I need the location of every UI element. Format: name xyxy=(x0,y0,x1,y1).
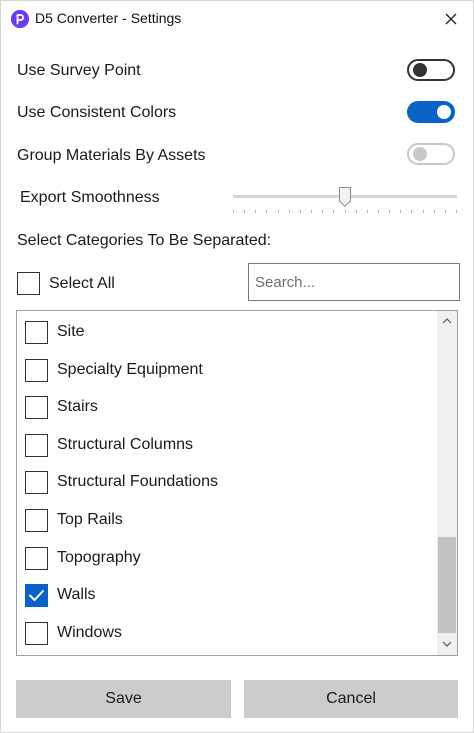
chevron-down-icon xyxy=(442,641,452,647)
toggle-knob xyxy=(413,63,427,77)
slider-thumb[interactable] xyxy=(339,187,351,207)
slider-tick xyxy=(400,210,401,213)
d5-logo-icon xyxy=(11,10,29,28)
close-button[interactable] xyxy=(431,3,471,35)
slider-tick xyxy=(434,210,435,213)
scroll-down-button[interactable] xyxy=(437,637,457,653)
slider-tick xyxy=(289,210,290,213)
category-checkbox[interactable] xyxy=(25,396,48,420)
slider-tick xyxy=(423,210,424,213)
list-item[interactable]: Top Rails xyxy=(17,502,437,539)
category-checkbox[interactable] xyxy=(25,546,48,570)
close-icon xyxy=(445,13,457,25)
slider-tick xyxy=(445,210,446,213)
category-checkbox[interactable] xyxy=(25,509,48,532)
category-label: Site xyxy=(57,323,85,340)
slider-tick xyxy=(411,210,412,213)
survey-point-label: Use Survey Point xyxy=(17,62,141,79)
category-checkbox[interactable] xyxy=(25,433,48,457)
list-item[interactable]: Specialty Equipment xyxy=(17,352,437,389)
slider-ticks xyxy=(233,210,457,214)
slider-tick xyxy=(322,210,323,213)
list-item[interactable]: Structural Foundations xyxy=(17,464,437,501)
list-item[interactable]: Site xyxy=(17,314,437,351)
category-label: Walls xyxy=(57,586,96,604)
group-materials-toggle[interactable] xyxy=(407,143,455,165)
slider-tick xyxy=(333,210,334,213)
slider-tick xyxy=(367,210,368,213)
category-checkbox[interactable] xyxy=(25,584,48,608)
categories-section-label: Select Categories To Be Separated: xyxy=(17,232,272,249)
list-item[interactable]: Topography xyxy=(17,540,437,577)
category-label: Windows xyxy=(57,623,122,641)
select-all-checkbox[interactable] xyxy=(17,272,40,295)
slider-tick xyxy=(278,210,279,213)
category-checkbox[interactable] xyxy=(25,321,48,344)
list-item[interactable]: Windows xyxy=(17,615,437,652)
slider-tick xyxy=(255,210,256,213)
slider-tick xyxy=(311,210,312,213)
list-scrollbar[interactable] xyxy=(437,311,457,655)
cancel-button[interactable]: Cancel xyxy=(244,680,458,718)
slider-tick xyxy=(233,210,234,213)
category-list: Site Specialty Equipment Stairs Structural … xyxy=(16,310,458,656)
select-all-label: Select All xyxy=(49,275,115,292)
slider-tick xyxy=(356,210,357,213)
consistent-colors-label: Use Consistent Colors xyxy=(17,104,177,121)
list-item[interactable]: Walls xyxy=(17,577,437,614)
category-label: Structural Columns xyxy=(57,435,194,453)
chevron-up-icon xyxy=(442,318,452,324)
list-item[interactable]: Structural Columns xyxy=(17,427,437,464)
category-checkbox[interactable] xyxy=(25,358,48,382)
toggle-knob xyxy=(413,147,427,161)
slider-tick xyxy=(244,210,245,213)
toggle-knob xyxy=(437,105,451,119)
export-smoothness-slider[interactable] xyxy=(233,185,457,219)
category-label: Stairs xyxy=(57,398,98,416)
slider-tick xyxy=(300,210,301,213)
slider-tick xyxy=(456,210,457,213)
settings-window: D5 Converter - Settings Use Survey Point… xyxy=(0,0,474,733)
save-button[interactable]: Save xyxy=(16,680,231,718)
group-materials-label: Group Materials By Assets xyxy=(17,147,206,164)
title-bar: D5 Converter - Settings xyxy=(1,1,473,37)
search-input[interactable] xyxy=(248,263,460,301)
export-smoothness-label: Export Smoothness xyxy=(20,189,160,206)
scroll-up-button[interactable] xyxy=(437,313,457,329)
category-checkbox[interactable] xyxy=(25,621,48,645)
scroll-thumb[interactable] xyxy=(438,537,456,633)
category-label: Top Rails xyxy=(57,511,123,528)
window-title: D5 Converter - Settings xyxy=(35,10,182,26)
slider-tick xyxy=(378,210,379,213)
list-item[interactable]: Stairs xyxy=(17,389,437,426)
category-label: Topography xyxy=(57,548,141,566)
category-label: Structural Foundations xyxy=(57,473,218,491)
slider-tick xyxy=(345,210,346,213)
survey-point-toggle[interactable] xyxy=(407,59,455,81)
category-label: Specialty Equipment xyxy=(57,360,203,378)
consistent-colors-toggle[interactable] xyxy=(407,101,455,123)
slider-tick xyxy=(266,210,267,213)
checkmark-icon xyxy=(25,584,48,608)
category-checkbox[interactable] xyxy=(25,471,48,495)
slider-tick xyxy=(389,210,390,213)
